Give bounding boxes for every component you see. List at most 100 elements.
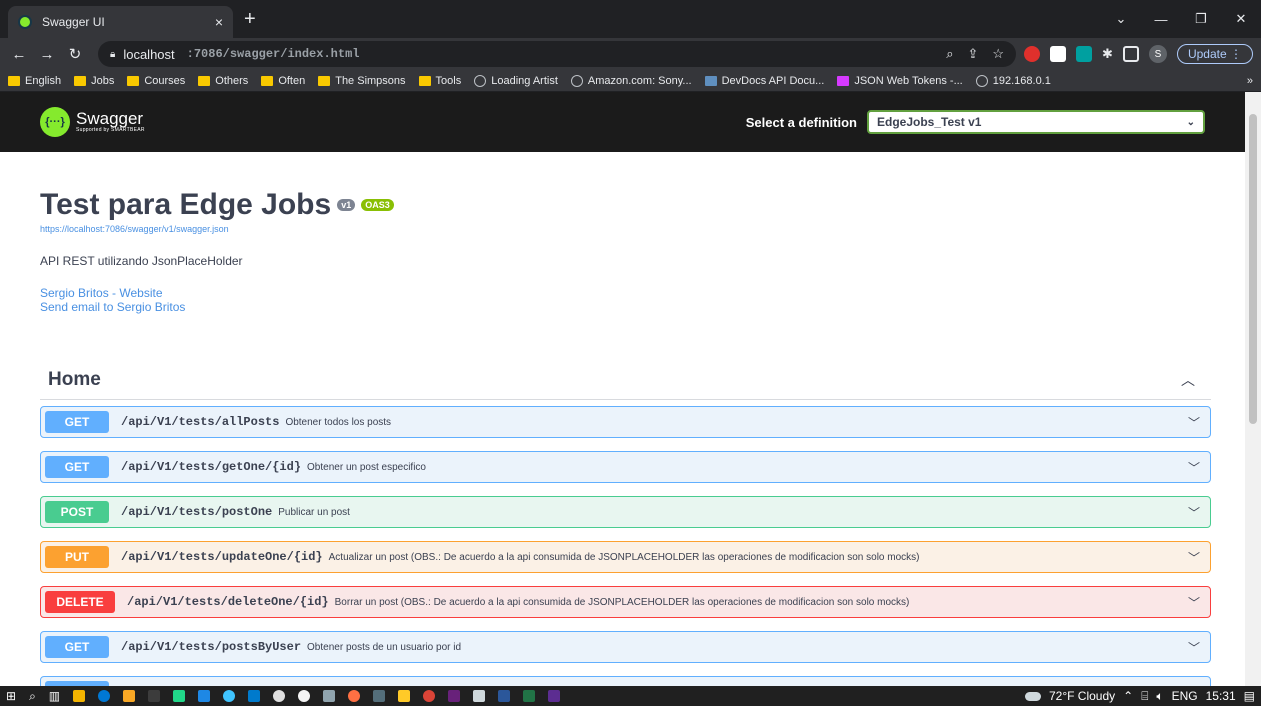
profile-avatar[interactable]: S bbox=[1148, 45, 1167, 63]
restore-icon[interactable]: ❐ bbox=[1181, 11, 1221, 27]
clock[interactable]: 15:31 bbox=[1206, 689, 1236, 703]
vscode-icon[interactable] bbox=[248, 690, 261, 702]
bookmark-item[interactable]: Loading Artist bbox=[474, 74, 558, 87]
folder-icon bbox=[261, 75, 274, 86]
address-bar[interactable]: 🔒︎ localhost:7086/swagger/index.html ⌕ ⇪… bbox=[98, 41, 1017, 67]
logo-subtext: Supported by SMARTBEAR bbox=[76, 127, 145, 133]
chevron-down-icon[interactable]: ﹀ bbox=[1188, 549, 1200, 566]
scrollbar-thumb[interactable] bbox=[1249, 114, 1257, 424]
operation-row[interactable]: GET/api/V1/tests/getOne/{id} Obtener un p… bbox=[40, 451, 1211, 483]
operation-row[interactable]: GET﹀ bbox=[40, 676, 1211, 686]
network-icon[interactable]: ⌸ bbox=[1141, 689, 1148, 704]
bookmark-item[interactable]: The Simpsons bbox=[318, 75, 406, 87]
definition-select[interactable]: EdgeJobs_Test v1 ⌄ bbox=[867, 110, 1205, 134]
page-scrollbar[interactable] bbox=[1245, 92, 1261, 686]
bookmark-item[interactable]: Jobs bbox=[74, 75, 114, 87]
bookmark-star-icon[interactable]: ☆ bbox=[992, 46, 1004, 62]
operation-row[interactable]: GET/api/V1/tests/allPosts Obtener todos l… bbox=[40, 406, 1211, 438]
app-blue-icon[interactable] bbox=[198, 690, 211, 702]
reload-icon[interactable]: ↻ bbox=[64, 45, 86, 63]
forward-icon[interactable]: → bbox=[36, 46, 58, 63]
folder-icon[interactable] bbox=[398, 690, 411, 702]
operation-path: /api/V1/tests/postsByUser bbox=[121, 640, 302, 654]
adblock-icon[interactable] bbox=[1024, 46, 1041, 62]
search-icon[interactable]: ⌕ bbox=[29, 689, 36, 704]
browser-tab[interactable]: Swagger UI × bbox=[8, 6, 233, 38]
side-panel-icon[interactable] bbox=[1122, 46, 1139, 62]
visual-studio-icon[interactable] bbox=[448, 690, 461, 702]
terminal-icon[interactable] bbox=[148, 690, 161, 702]
excel-icon[interactable] bbox=[523, 690, 536, 702]
tab-search-icon[interactable]: ⌄ bbox=[1101, 11, 1141, 27]
zoom-icon[interactable]: ⌕ bbox=[946, 46, 953, 62]
windows-start-icon[interactable]: ⊞ bbox=[6, 689, 16, 703]
chevron-down-icon[interactable]: ﹀ bbox=[1188, 459, 1200, 476]
chevron-down-icon[interactable]: ﹀ bbox=[1188, 639, 1200, 656]
extensions-puzzle-icon[interactable]: ✱ bbox=[1102, 46, 1113, 62]
operation-row[interactable]: DELETE/api/V1/tests/deleteOne/{id} Borrar… bbox=[40, 586, 1211, 618]
close-window-icon[interactable]: ✕ bbox=[1221, 11, 1261, 27]
bookmark-item[interactable]: English bbox=[8, 75, 61, 87]
contact-website-link[interactable]: Sergio Britos - Website bbox=[40, 286, 1205, 300]
chrome-icon[interactable] bbox=[423, 690, 436, 702]
weather-text[interactable]: 72°F Cloudy bbox=[1049, 689, 1115, 703]
bookmark-label: Jobs bbox=[91, 74, 115, 87]
chevron-down-icon[interactable]: ﹀ bbox=[1188, 414, 1200, 431]
github-icon[interactable] bbox=[273, 690, 286, 702]
contact-email-link[interactable]: Send email to Sergio Britos bbox=[40, 300, 1205, 314]
share-icon[interactable]: ⇪ bbox=[967, 46, 978, 62]
volume-icon[interactable]: 🔈︎ bbox=[1156, 689, 1163, 704]
bookmark-label: Courses bbox=[144, 74, 186, 87]
language-indicator[interactable]: ENG bbox=[1172, 689, 1198, 703]
new-tab-button[interactable]: + bbox=[244, 9, 256, 29]
operation-row[interactable]: POST/api/V1/tests/postOne Publicar un pos… bbox=[40, 496, 1211, 528]
bookmark-item[interactable]: Others bbox=[198, 75, 248, 87]
spec-url-link[interactable]: https://localhost:7086/swagger/v1/swagge… bbox=[40, 224, 1205, 234]
tray-chevron-up-icon[interactable]: ⌃ bbox=[1123, 689, 1133, 703]
update-button[interactable]: Update ⋮ bbox=[1176, 44, 1253, 64]
pycharm-icon[interactable] bbox=[173, 690, 186, 702]
vlc-icon[interactable] bbox=[123, 690, 136, 702]
swagger-logo[interactable]: {···} Swagger Supported by SMARTBEAR bbox=[40, 107, 145, 137]
notifications-icon[interactable]: ▤ bbox=[1244, 689, 1255, 703]
folder-icon bbox=[418, 75, 431, 86]
operation-row[interactable]: PUT/api/V1/tests/updateOne/{id} Actualiza… bbox=[40, 541, 1211, 573]
more-bookmarks-icon[interactable]: » bbox=[1247, 75, 1253, 87]
bookmark-item[interactable]: Often bbox=[261, 75, 305, 87]
bookmark-item[interactable]: Tools bbox=[418, 74, 462, 87]
url-path: :7086/swagger/index.html bbox=[186, 47, 360, 61]
operation-row[interactable]: GET/api/V1/tests/postsByUser Obtener post… bbox=[40, 631, 1211, 663]
minimize-icon[interactable]: — bbox=[1141, 12, 1181, 27]
app-slate-icon[interactable] bbox=[373, 690, 386, 702]
app-gray-icon[interactable] bbox=[323, 690, 336, 702]
tag-name: Home bbox=[48, 368, 101, 390]
bookmark-item[interactable]: Courses bbox=[127, 75, 185, 87]
chevron-down-icon[interactable]: ﹀ bbox=[1188, 504, 1200, 521]
file-explorer-icon[interactable] bbox=[73, 690, 86, 702]
back-icon[interactable]: ← bbox=[8, 46, 30, 63]
csharp-icon[interactable] bbox=[548, 690, 561, 702]
postman-icon[interactable] bbox=[348, 690, 361, 702]
chevron-down-icon[interactable]: ﹀ bbox=[1188, 594, 1200, 611]
bookmark-item[interactable]: DevDocs API Docu... bbox=[704, 75, 824, 87]
bookmark-item[interactable]: JSON Web Tokens -... bbox=[837, 74, 963, 87]
folder-icon bbox=[198, 75, 211, 86]
extension-s-icon[interactable] bbox=[1050, 46, 1067, 62]
bookmark-item[interactable]: 192.168.0.1 bbox=[975, 74, 1051, 87]
bookmark-label: JSON Web Tokens -... bbox=[854, 74, 963, 87]
app-white-icon[interactable] bbox=[298, 690, 311, 702]
tab-close-icon[interactable]: × bbox=[215, 14, 223, 30]
notepad-icon[interactable] bbox=[473, 690, 486, 702]
task-view-icon[interactable]: ▥ bbox=[49, 689, 60, 703]
method-badge: GET bbox=[45, 456, 109, 478]
tag-section-header[interactable]: Home ︿ bbox=[40, 360, 1211, 400]
bookmark-label: Tools bbox=[435, 74, 462, 87]
word-icon[interactable] bbox=[498, 690, 511, 702]
taskbar-apps: ⊞ ⌕ ▥ bbox=[6, 689, 561, 704]
edge-icon[interactable] bbox=[98, 690, 111, 702]
operation-path: /api/V1/tests/postOne bbox=[121, 505, 273, 519]
app-circle-icon[interactable] bbox=[223, 690, 236, 702]
extension-grid-icon[interactable] bbox=[1076, 46, 1093, 62]
bookmark-item[interactable]: Amazon.com: Sony... bbox=[570, 74, 692, 87]
chevron-up-icon[interactable]: ︿ bbox=[1181, 370, 1203, 390]
